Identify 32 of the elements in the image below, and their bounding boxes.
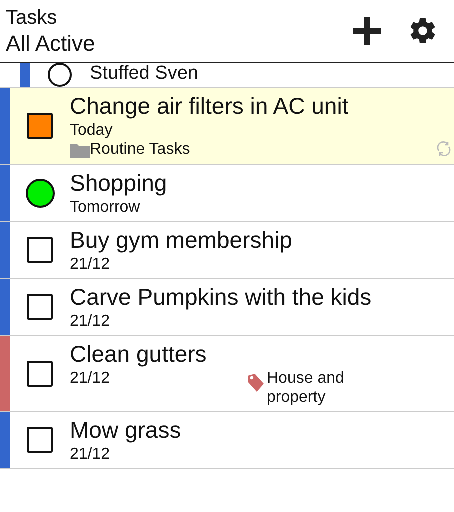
task-checkbox[interactable]: [27, 294, 53, 320]
due-date: Today: [70, 121, 114, 140]
task-title: Carve Pumpkins with the kids: [70, 283, 373, 312]
due-date: Tomorrow: [70, 198, 142, 217]
task-row[interactable]: Stuffed Sven: [0, 63, 454, 88]
task-row[interactable]: Shopping Tomorrow: [0, 165, 454, 222]
task-checkbox[interactable]: [27, 237, 53, 263]
project-label: Routine Tasks: [90, 140, 190, 160]
task-row[interactable]: Carve Pumpkins with the kids 21/12: [0, 279, 454, 336]
task-title: Clean gutters: [70, 340, 208, 369]
task-title: Stuffed Sven: [90, 63, 200, 85]
tag-label: House and property: [267, 369, 346, 407]
due-date: 21/12: [70, 312, 112, 331]
task-checkbox[interactable]: [27, 360, 53, 386]
task-title: Buy gym membership: [70, 226, 294, 255]
tag-icon: [247, 373, 265, 393]
task-title: Mow grass: [70, 416, 182, 445]
task-title: Change air filters in AC unit: [70, 92, 350, 121]
task-checkbox[interactable]: [27, 427, 53, 453]
task-title: Shopping: [70, 169, 168, 198]
due-date: 21/12: [70, 255, 112, 274]
task-row[interactable]: Buy gym membership 21/12: [0, 222, 454, 279]
due-date: 21/12: [70, 445, 112, 464]
task-row[interactable]: Clean gutters 21/12 House and property: [0, 336, 454, 412]
task-row[interactable]: Change air filters in AC unit Today Routine Tasks: [0, 88, 454, 165]
task-checkbox[interactable]: [26, 178, 54, 208]
task-row[interactable]: Mow grass 21/12: [0, 412, 454, 469]
due-date: 21/12: [70, 369, 112, 388]
task-checkbox[interactable]: [27, 113, 53, 139]
app-title: Tasks: [6, 6, 58, 30]
filter-title[interactable]: All Active: [6, 30, 96, 58]
folder-icon: [70, 142, 90, 158]
